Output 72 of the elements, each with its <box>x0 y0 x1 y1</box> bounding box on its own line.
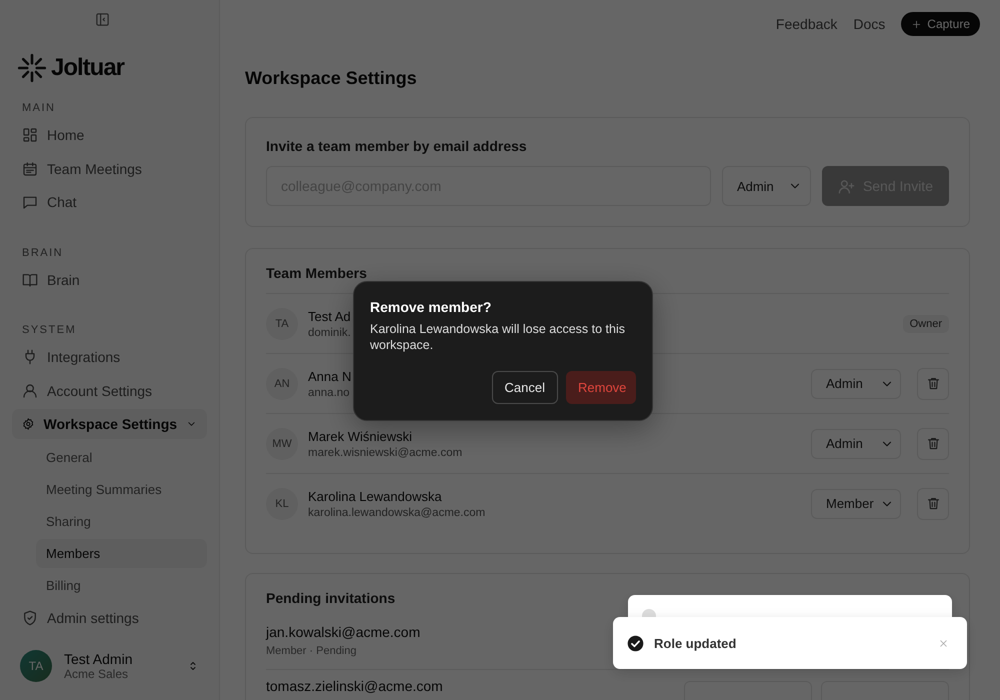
user-switcher[interactable]: TA Test Admin Acme Sales <box>12 650 207 682</box>
top-link[interactable]: Feedback <box>776 16 838 32</box>
trash-icon <box>926 496 940 511</box>
member-name: Test Ad <box>308 308 351 324</box>
invite-email: jan.kowalski@acme.com <box>266 624 420 640</box>
sidebar-item[interactable]: Account Settings <box>12 376 207 406</box>
delete-button[interactable] <box>917 488 949 520</box>
sidebar-subitem[interactable]: Billing <box>36 570 207 600</box>
member-email: karolina.lewandowska@acme.com <box>308 506 486 518</box>
trash-icon <box>926 376 940 391</box>
member-name: Karolina Lewandowska <box>308 488 442 504</box>
grid-icon <box>22 127 38 143</box>
invite-status: Member · Pending <box>266 645 356 657</box>
delete-button[interactable] <box>917 368 949 400</box>
dialog-title: Remove member? <box>370 299 492 315</box>
role-select[interactable]: Admin <box>811 368 901 398</box>
card-heading: Team Members <box>266 265 367 281</box>
section-heading: SYSTEM <box>22 324 78 336</box>
sidebar-subitem[interactable]: General <box>36 442 207 472</box>
user-icon <box>22 382 38 398</box>
member-name: Anna N <box>308 368 352 384</box>
check-circle-icon <box>627 634 644 652</box>
member-avatar: TA <box>266 308 298 340</box>
user-org: Acme Sales <box>64 667 130 681</box>
sidebar-subitem[interactable]: Meeting Summaries <box>36 474 207 504</box>
user-name: Test Admin <box>64 651 134 667</box>
delete-button[interactable] <box>917 428 949 460</box>
shield-icon <box>22 610 38 626</box>
sidebar-item[interactable]: Chat <box>12 187 207 217</box>
role-select[interactable]: Admin <box>811 428 901 458</box>
remove-button[interactable]: Remove <box>566 371 636 404</box>
member-email: anna.no <box>308 386 350 398</box>
user-avatar: TA <box>20 650 52 682</box>
sidebar-subitem[interactable]: Members <box>36 538 207 568</box>
role-select[interactable]: Member <box>811 488 901 518</box>
calendar-icon <box>22 160 38 176</box>
chat-icon <box>22 194 38 210</box>
sidebar-subitem[interactable]: Sharing <box>36 506 207 536</box>
card-heading: Pending invitations <box>266 590 396 606</box>
member-avatar: KL <box>266 488 298 520</box>
sidebar-item[interactable]: Team Meetings <box>12 154 207 184</box>
gear-icon <box>22 416 34 432</box>
toast-text: Role updated <box>654 636 738 650</box>
plus-icon <box>911 18 922 30</box>
member-email: marek.wisniewski@acme.com <box>308 446 462 458</box>
sidebar-item[interactable]: Home <box>12 120 207 150</box>
top-link[interactable]: Docs <box>853 16 886 32</box>
capture-button[interactable]: Capture <box>901 12 980 36</box>
page-title: Workspace Settings <box>245 68 418 89</box>
invite-email: tomasz.zielinski@acme.com <box>266 679 443 694</box>
owner-badge: Owner <box>902 314 949 332</box>
book-icon <box>22 272 38 288</box>
sidebar-item[interactable]: Brain <box>12 264 207 294</box>
section-heading: BRAIN <box>22 246 64 258</box>
sidebar-item[interactable]: Workspace Settings <box>12 409 207 439</box>
logo-icon <box>16 52 48 84</box>
member-email: dominik. <box>308 326 351 338</box>
section-heading: MAIN <box>22 102 56 114</box>
sidebar-item[interactable]: Admin settings <box>12 602 207 632</box>
member-name: Marek Wiśniewski <box>308 428 412 444</box>
dialog-message: Karolina Lewandowska will lose access to this workspace. <box>370 321 626 353</box>
sidebar-toggle-icon <box>94 12 110 27</box>
logo-text: Joltuar <box>51 54 124 82</box>
sidebar-item[interactable]: Integrations <box>12 342 207 372</box>
member-avatar: AN <box>266 368 298 400</box>
user-plus-icon <box>838 178 855 194</box>
close-icon[interactable] <box>938 638 949 648</box>
cancel-button[interactable]: Cancel <box>492 371 558 404</box>
card-heading: Invite a team member by email address <box>266 138 527 154</box>
role-select[interactable]: Admin <box>722 166 811 206</box>
trash-icon <box>926 436 940 451</box>
member-avatar: MW <box>266 428 298 460</box>
